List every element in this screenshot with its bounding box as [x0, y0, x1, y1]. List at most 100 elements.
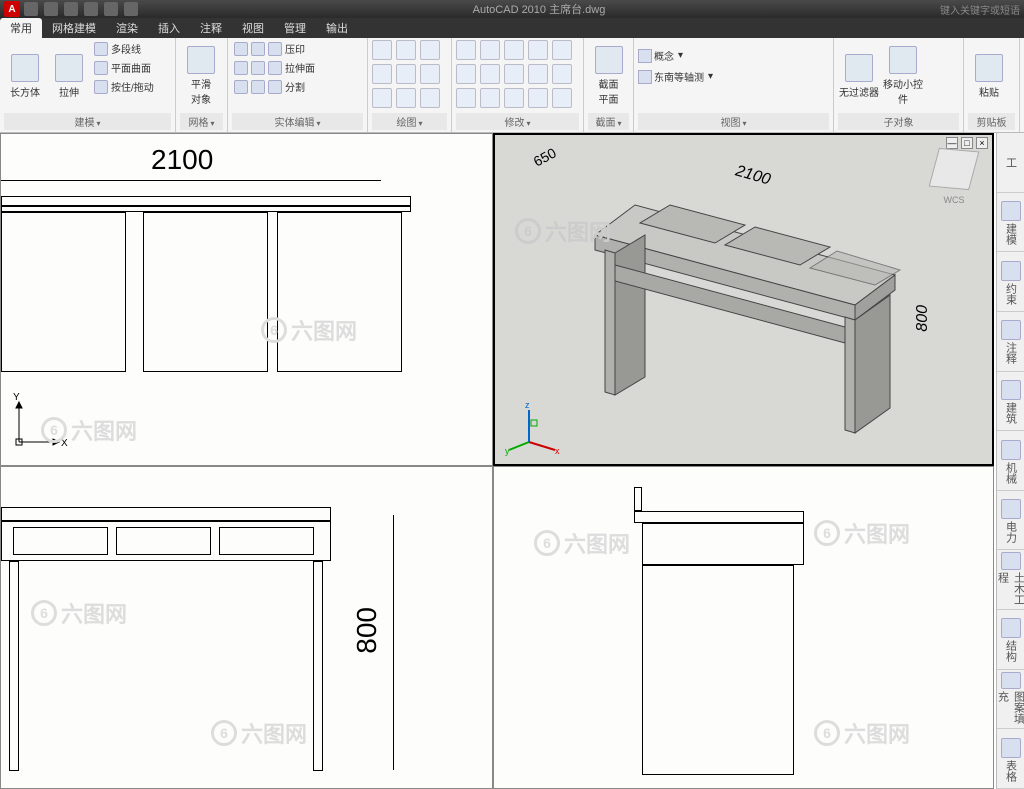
- palette-tab-annotate[interactable]: 注释: [997, 312, 1024, 372]
- viewport-top-right-active[interactable]: — □ × WCS: [493, 133, 994, 466]
- palette-tab-civil[interactable]: 土木工程: [997, 550, 1024, 610]
- qat-redo-icon[interactable]: [104, 2, 118, 16]
- view-preset-icon: [638, 70, 652, 84]
- stretch-icon[interactable]: [456, 88, 476, 108]
- visual-style-icon: [638, 49, 652, 63]
- panel-view-title[interactable]: 视图: [638, 113, 829, 130]
- break-icon[interactable]: [552, 88, 572, 108]
- panel-clipboard-title: 剪贴板: [968, 113, 1015, 130]
- ribbon: 长方体 拉伸 多段线 平面曲面 按住/拖动 建模 平滑 对象 网格 压印 拉伸面…: [0, 38, 1024, 133]
- planar-surface-button[interactable]: 平面曲面: [92, 59, 156, 76]
- filter-icon: [845, 54, 873, 82]
- ribbon-tabs: 常用 网格建模 渲染 插入 注释 视图 管理 输出: [0, 18, 1024, 38]
- qat-new-icon[interactable]: [24, 2, 38, 16]
- region-icon[interactable]: [396, 88, 416, 108]
- helix-icon[interactable]: [420, 88, 440, 108]
- smooth-object-button[interactable]: 平滑 对象: [180, 40, 222, 112]
- palette-tab-hatch[interactable]: 图案填充: [997, 670, 1024, 730]
- dim-iso-height: 800: [914, 305, 932, 332]
- qat-undo-icon[interactable]: [84, 2, 98, 16]
- palette-tab-struct[interactable]: 结构: [997, 610, 1024, 670]
- array-icon[interactable]: [528, 64, 548, 84]
- visual-style-dropdown[interactable]: 概念▾: [638, 48, 683, 63]
- offset-icon[interactable]: [552, 64, 572, 84]
- qat-save-icon[interactable]: [64, 2, 78, 16]
- ellipse-icon[interactable]: [396, 64, 416, 84]
- viewport-top-left[interactable]: 2100 XY 6六图网 6六图网: [0, 133, 493, 466]
- no-filter-button[interactable]: 无过滤器: [838, 40, 880, 112]
- view-preset-dropdown[interactable]: 东南等轴测▾: [638, 69, 713, 84]
- section-icon: [595, 46, 623, 74]
- qat-open-icon[interactable]: [44, 2, 58, 16]
- extrude-face-button[interactable]: 压印: [232, 40, 317, 57]
- viewcube-cube-icon[interactable]: [929, 148, 980, 190]
- panel-section-title[interactable]: 截面: [588, 113, 629, 130]
- move-gizmo-button[interactable]: 移动小控件: [882, 40, 924, 112]
- panel-solidedit-title[interactable]: 实体编辑: [232, 113, 363, 130]
- rectangle-icon[interactable]: [420, 64, 440, 84]
- rotate-icon[interactable]: [504, 40, 524, 60]
- polyline-button[interactable]: 多段线: [92, 40, 156, 57]
- tab-view[interactable]: 视图: [232, 18, 274, 38]
- extrude-face-row[interactable]: 拉伸面: [232, 59, 317, 76]
- palette-tab-elec[interactable]: 电力: [997, 491, 1024, 551]
- chamfer-icon[interactable]: [528, 88, 548, 108]
- align-icon[interactable]: [504, 88, 524, 108]
- arc-icon[interactable]: [420, 40, 440, 60]
- move-icon[interactable]: [456, 40, 476, 60]
- copy-icon[interactable]: [480, 40, 500, 60]
- paste-button[interactable]: 粘贴: [968, 40, 1010, 112]
- mirror-icon[interactable]: [456, 64, 476, 84]
- palette-tab-mech[interactable]: 机械: [997, 431, 1024, 491]
- trim-icon[interactable]: [528, 40, 548, 60]
- modify-tools-grid: [456, 40, 574, 110]
- ucs-3d-icon: x y z: [505, 402, 561, 458]
- presspull-button[interactable]: 按住/拖动: [92, 78, 156, 95]
- section-plane-button[interactable]: 截面 平面: [588, 40, 629, 112]
- svg-text:y: y: [505, 446, 510, 456]
- panel-mesh-title[interactable]: 网格: [180, 113, 223, 130]
- planar-icon: [94, 61, 108, 75]
- spline-icon[interactable]: [372, 64, 392, 84]
- palette-icon: [1001, 201, 1021, 221]
- tab-output[interactable]: 输出: [316, 18, 358, 38]
- palette-tab-arch[interactable]: 建筑: [997, 372, 1024, 432]
- search-box[interactable]: 键入关键字或短语: [940, 2, 1020, 17]
- tab-annotate[interactable]: 注释: [190, 18, 232, 38]
- erase-icon[interactable]: [552, 40, 572, 60]
- tab-mesh-modeling[interactable]: 网格建模: [42, 18, 106, 38]
- wcs-label: WCS: [924, 195, 984, 205]
- panel-draw-title[interactable]: 绘图: [372, 113, 447, 130]
- viewport-bottom-left[interactable]: 800 6六图网 6六图网: [0, 466, 493, 789]
- window-title: AutoCAD 2010 主席台.dwg: [473, 1, 606, 17]
- box-icon: [11, 54, 39, 82]
- draw-tools-grid: [372, 40, 442, 110]
- explode-icon[interactable]: [504, 64, 524, 84]
- panel-modeling-title[interactable]: 建模: [4, 113, 171, 130]
- palette-tab-modeling[interactable]: 建模: [997, 193, 1024, 253]
- viewport-bottom-right[interactable]: 6六图网 6六图网 6六图网: [493, 466, 994, 789]
- palette-tab-0[interactable]: 工: [997, 133, 1024, 193]
- palette-tab-constraint[interactable]: 约束: [997, 252, 1024, 312]
- drawing-area[interactable]: 2100 XY 6六图网 6六图网 — □ × WCS: [0, 133, 996, 789]
- tab-home[interactable]: 常用: [0, 18, 42, 38]
- svg-text:z: z: [525, 402, 530, 410]
- box-button[interactable]: 长方体: [4, 40, 46, 112]
- dim-height: 800: [351, 607, 383, 654]
- line-icon[interactable]: [372, 40, 392, 60]
- panel-modify-title[interactable]: 修改: [456, 113, 579, 130]
- point-icon[interactable]: [372, 88, 392, 108]
- circle-icon[interactable]: [396, 40, 416, 60]
- fillet-icon[interactable]: [480, 64, 500, 84]
- scale-icon[interactable]: [480, 88, 500, 108]
- polyline-icon: [94, 42, 108, 56]
- palette-tab-table[interactable]: 表格: [997, 729, 1024, 789]
- qat-print-icon[interactable]: [124, 2, 138, 16]
- tab-render[interactable]: 渲染: [106, 18, 148, 38]
- extrude-button[interactable]: 拉伸: [48, 40, 90, 112]
- app-menu-button[interactable]: A: [4, 1, 20, 17]
- tab-manage[interactable]: 管理: [274, 18, 316, 38]
- viewcube[interactable]: WCS: [924, 143, 984, 223]
- tab-insert[interactable]: 插入: [148, 18, 190, 38]
- separate-button[interactable]: 分割: [232, 78, 317, 95]
